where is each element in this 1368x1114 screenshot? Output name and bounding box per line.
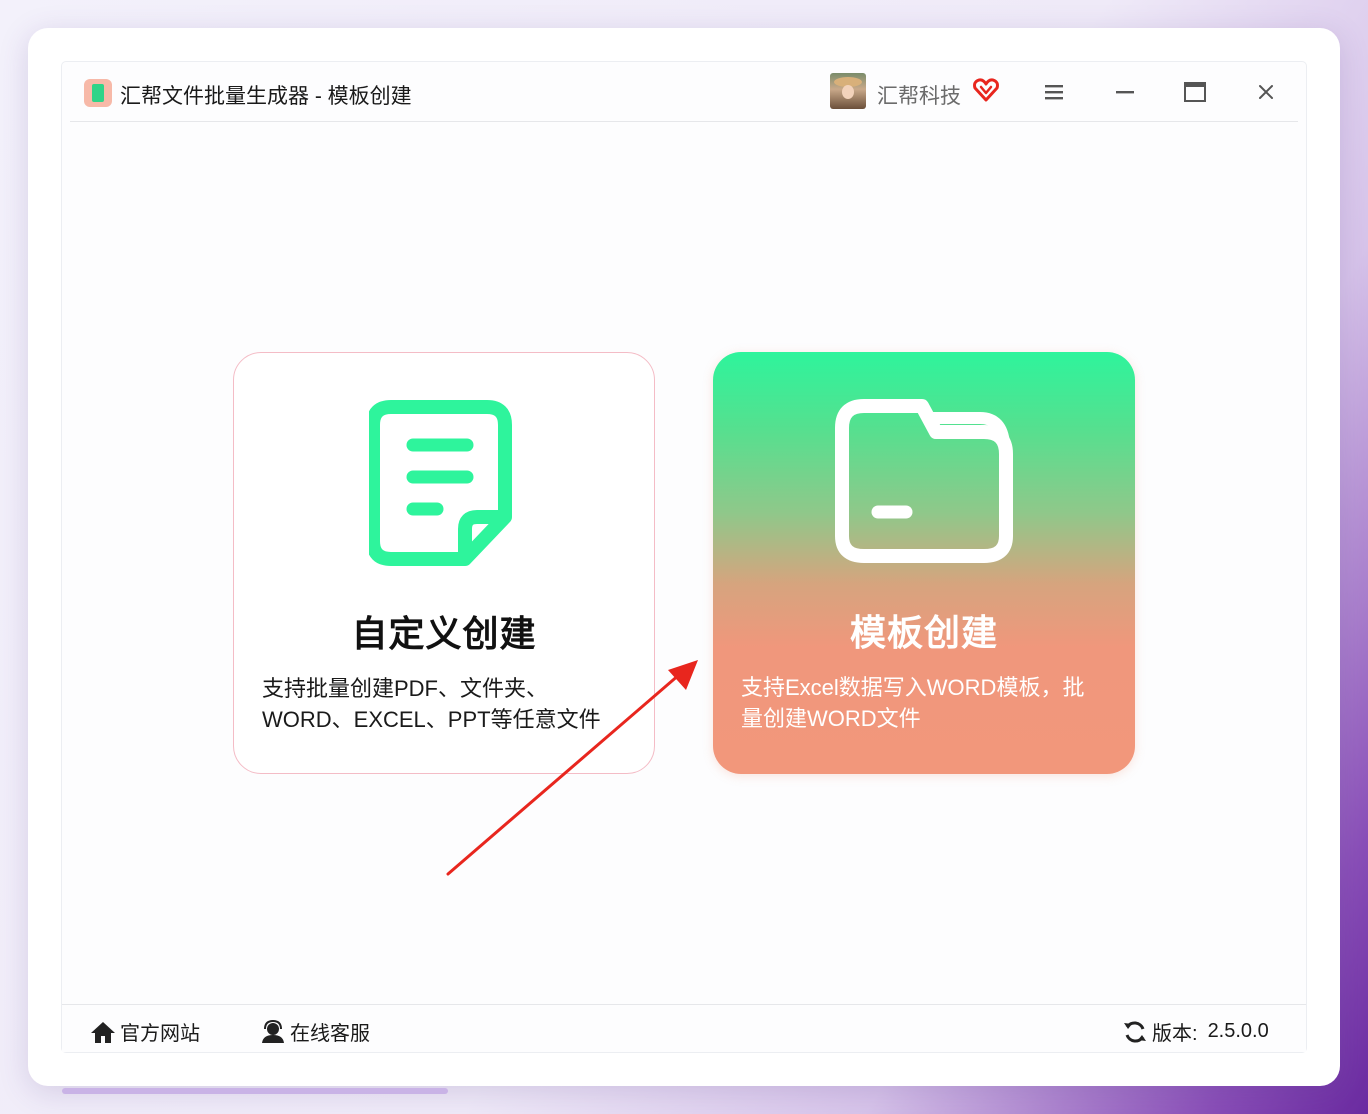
close-icon xyxy=(1259,85,1273,99)
vip-heart-icon[interactable] xyxy=(972,76,1000,104)
online-support-link[interactable]: 在线客服 xyxy=(260,1017,370,1046)
menu-button[interactable] xyxy=(1036,74,1072,110)
template-create-card[interactable]: 模板创建 支持Excel数据写入WORD模板，批 量创建WORD文件 xyxy=(713,352,1135,774)
template-create-title: 模板创建 xyxy=(849,612,998,653)
folder-icon xyxy=(835,399,1013,563)
window-title: 汇帮文件批量生成器 - 模板创建 xyxy=(120,85,412,108)
support-agent-icon xyxy=(262,1019,284,1043)
refresh-icon xyxy=(1124,1021,1146,1042)
app-window: 汇帮文件批量生成器 - 模板创建 汇帮科技 自定义创建 支持批量创建PDF、文件… xyxy=(62,62,1306,1052)
minimize-button[interactable] xyxy=(1107,74,1143,110)
menu-icon xyxy=(1045,85,1063,100)
app-logo-icon xyxy=(84,79,112,107)
title-divider xyxy=(70,121,1298,122)
maximize-icon xyxy=(1184,82,1206,102)
version-info[interactable]: 版本: 2.5.0.0 xyxy=(1122,1017,1269,1046)
home-icon xyxy=(91,1021,115,1043)
status-bar: 官方网站 在线客服 版本: 2.5.0.0 xyxy=(62,1004,1306,1052)
title-bar: 汇帮文件批量生成器 - 模板创建 汇帮科技 xyxy=(62,62,1306,122)
account-name[interactable]: 汇帮科技 xyxy=(877,80,961,110)
version-value: 2.5.0.0 xyxy=(1207,1020,1269,1042)
user-avatar[interactable] xyxy=(830,73,866,109)
official-website-label: 官方网站 xyxy=(120,1023,200,1045)
custom-create-title: 自定义创建 xyxy=(351,613,537,654)
template-desc-line-2: 量创建WORD文件 xyxy=(741,706,921,731)
online-support-label: 在线客服 xyxy=(290,1023,370,1045)
official-website-link[interactable]: 官方网站 xyxy=(90,1017,200,1046)
template-desc-line-1: 支持Excel数据写入WORD模板，批 xyxy=(741,675,1085,700)
document-icon xyxy=(369,400,512,566)
close-button[interactable] xyxy=(1248,74,1284,110)
horizontal-scrollbar[interactable] xyxy=(62,1088,448,1094)
annotation-arrow xyxy=(446,660,698,876)
maximize-button[interactable] xyxy=(1177,74,1213,110)
version-label: 版本: xyxy=(1152,1023,1198,1045)
minimize-icon xyxy=(1116,91,1134,94)
template-create-description: 支持Excel数据写入WORD模板，批 量创建WORD文件 xyxy=(741,672,1107,734)
